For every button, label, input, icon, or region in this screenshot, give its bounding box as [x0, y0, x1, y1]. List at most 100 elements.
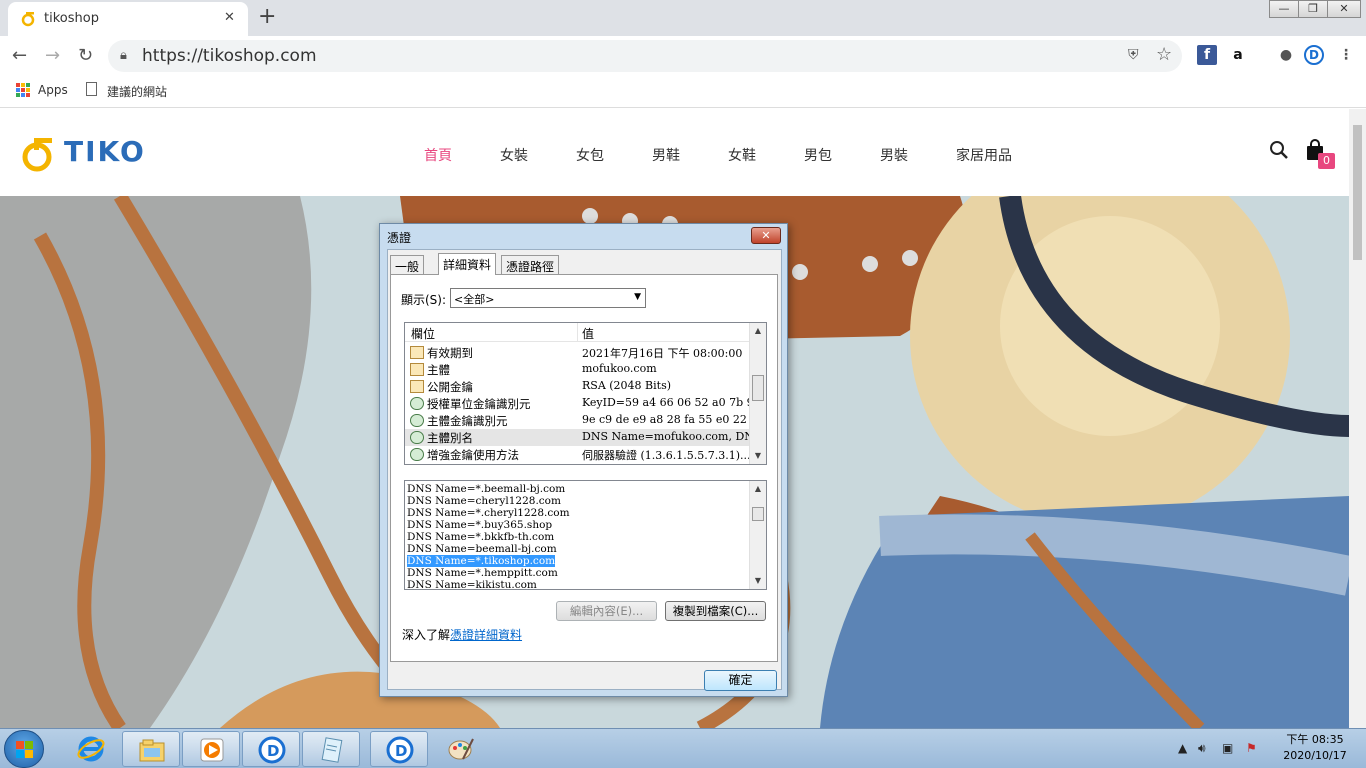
page-icon	[86, 82, 97, 96]
dns-entry: DNS Name=*.beemall-bj.com	[407, 483, 566, 495]
show-label: 顯示(S):	[401, 293, 447, 307]
logo-mark-icon	[22, 138, 52, 172]
logo-text: TIKO	[64, 135, 146, 168]
tiko-favicon-icon	[21, 12, 35, 27]
action-center-icon[interactable]: ⚑	[1246, 741, 1257, 755]
scroll-up-icon[interactable]: ▲	[750, 323, 766, 339]
page-scrollbar[interactable]	[1349, 109, 1366, 728]
value-box-scrollbar[interactable]: ▲ ▼	[749, 481, 766, 589]
apps-grid-icon[interactable]	[16, 83, 30, 97]
menu-item-home[interactable]: 首頁	[424, 145, 452, 165]
menu-item-mens-bags[interactable]: 男包	[804, 145, 832, 165]
scroll-thumb[interactable]	[752, 375, 764, 401]
back-icon[interactable]: ←	[12, 45, 27, 66]
dashlane-icon[interactable]: D	[1304, 45, 1324, 65]
menu-item-home-goods[interactable]: 家居用品	[956, 145, 1012, 165]
ok-button[interactable]: 確定	[704, 670, 777, 691]
scroll-down-icon[interactable]: ▼	[750, 448, 766, 464]
menu-item-womens-shoes[interactable]: 女鞋	[728, 145, 756, 165]
tab-general[interactable]: 一般	[390, 255, 425, 274]
taskbar-explorer[interactable]	[122, 731, 180, 767]
search-icon[interactable]	[1268, 139, 1290, 161]
dashlane-icon: D	[258, 736, 286, 764]
edit-properties-button[interactable]: 編輯內容(E)...	[556, 601, 657, 621]
menu-item-womens-clothing[interactable]: 女裝	[500, 145, 528, 165]
dns-entry-selected: DNS Name=*.tikoshop.com	[407, 555, 556, 567]
field-value: 9e c9 de e9 a8 28 fa 55 e0 22 e...	[582, 413, 767, 426]
certificate-details-link[interactable]: 憑證詳細資料	[450, 628, 522, 642]
tab-close-button[interactable]: ✕	[224, 10, 235, 25]
certificate-dialog: 憑證 ✕ 一般 詳細資料 憑證路徑 顯示(S): <全部> ▼ 欄位 值 有效期…	[379, 223, 788, 697]
field-row[interactable]: 有效期到 2021年7月16日 下午 08:00:00	[405, 344, 750, 361]
clock-date: 2020/10/17	[1283, 749, 1347, 762]
scroll-thumb[interactable]	[752, 507, 764, 521]
browser-toolbar: ← → ↻ 🔒︎ https://tikoshop.com ⛨ ☆ f a ● …	[0, 36, 1366, 76]
menu-item-womens-bags[interactable]: 女包	[576, 145, 604, 165]
column-field[interactable]: 欄位	[411, 325, 435, 342]
menu-item-mens-shoes[interactable]: 男鞋	[652, 145, 680, 165]
apps-bookmark[interactable]: Apps	[38, 83, 68, 97]
dialog-title: 憑證	[387, 231, 412, 245]
field-list[interactable]: 欄位 值 有效期到 2021年7月16日 下午 08:00:00 主體 mofuko…	[404, 322, 767, 465]
field-value: DNS Name=mofukoo.com, DN...	[582, 430, 764, 443]
field-name: 增強金鑰使用方法	[427, 448, 519, 462]
dialog-close-button[interactable]: ✕	[751, 227, 781, 244]
clock-time: 下午 08:35	[1286, 733, 1344, 746]
network-icon[interactable]: ▣	[1222, 741, 1233, 755]
reload-icon[interactable]: ↻	[78, 45, 93, 66]
scroll-down-icon[interactable]: ▼	[750, 573, 766, 589]
field-row[interactable]: 授權單位金鑰識別元 KeyID=59 a4 66 06 52 a0 7b 9...	[405, 395, 764, 412]
value-detail-box[interactable]: DNS Name=*.beemall-bj.com DNS Name=chery…	[404, 480, 767, 590]
field-row[interactable]: 公開金鑰 RSA (2048 Bits)	[405, 378, 750, 395]
field-name: 授權單位金鑰識別元	[427, 397, 531, 411]
browser-tab[interactable]: tikoshop ✕	[8, 2, 248, 36]
new-tab-button[interactable]: +	[258, 4, 276, 29]
details-panel: 顯示(S): <全部> ▼ 欄位 值 有效期到 2021年7月16日 下午 08:…	[390, 274, 778, 662]
clock[interactable]: 下午 08:35 2020/10/17	[1270, 732, 1360, 764]
lock-icon[interactable]: 🔒︎	[120, 48, 127, 63]
tab-details[interactable]: 詳細資料	[438, 253, 497, 275]
field-row[interactable]: 主體金鑰識別元 9e c9 de e9 a8 28 fa 55 e0 22 e..…	[405, 412, 766, 429]
close-window-button[interactable]: ✕	[1327, 0, 1361, 18]
svg-text:D: D	[267, 742, 279, 760]
bookmark-star-icon[interactable]: ☆	[1156, 44, 1172, 65]
tiko-logo[interactable]: TIKO	[20, 133, 160, 173]
minimize-button[interactable]: —	[1269, 0, 1299, 18]
taskbar-media-player[interactable]	[182, 731, 240, 767]
scroll-thumb[interactable]	[1353, 125, 1362, 260]
start-button[interactable]	[4, 730, 44, 768]
taskbar-dashlane[interactable]: D	[242, 731, 300, 767]
field-row[interactable]: 主體 mofukoo.com	[405, 361, 750, 378]
shield-icon[interactable]: ⛨	[1128, 47, 1139, 63]
address-bar[interactable]: 🔒︎ https://tikoshop.com ⛨ ☆	[108, 40, 1182, 72]
learn-more-prefix: 深入了解	[402, 628, 451, 642]
taskbar-dashlane-2[interactable]: D	[370, 731, 428, 767]
taskbar-paint[interactable]	[432, 731, 490, 767]
scroll-up-icon[interactable]: ▲	[750, 481, 766, 497]
field-name: 有效期到	[427, 346, 473, 360]
menu-icon[interactable]: ⋮	[1336, 45, 1356, 65]
taskbar-ie[interactable]	[62, 731, 120, 767]
volume-icon[interactable]: 🔊︎	[1198, 741, 1206, 756]
url-text[interactable]: https://tikoshop.com	[142, 46, 317, 66]
amazon-icon[interactable]: a	[1228, 45, 1248, 65]
account-icon[interactable]: ●	[1276, 45, 1296, 65]
column-divider[interactable]	[577, 323, 578, 342]
restore-button[interactable]: ❐	[1298, 0, 1328, 18]
show-dropdown[interactable]: <全部> ▼	[450, 288, 646, 308]
ie-icon	[77, 736, 105, 762]
field-list-scrollbar[interactable]: ▲ ▼	[749, 323, 766, 464]
menu-item-mens-clothing[interactable]: 男裝	[880, 145, 908, 165]
column-value[interactable]: 值	[582, 325, 594, 342]
forward-icon[interactable]: →	[45, 45, 60, 66]
tab-certification-path[interactable]: 憑證路徑	[501, 255, 560, 274]
facebook-icon[interactable]: f	[1197, 45, 1217, 65]
suggested-sites-bookmark[interactable]: 建議的網站	[107, 83, 167, 100]
certificate-extension-icon	[410, 414, 424, 427]
taskbar-notepad[interactable]	[302, 731, 360, 767]
show-dropdown-value: <全部>	[454, 293, 495, 306]
field-row[interactable]: 增強金鑰使用方法 伺服器驗證 (1.3.6.1.5.5.7.3.1)...	[405, 446, 751, 463]
tray-expand-icon[interactable]: ▲	[1178, 741, 1187, 755]
copy-to-file-button[interactable]: 複製到檔案(C)...	[665, 601, 766, 621]
field-row-selected[interactable]: 主體別名 DNS Name=mofukoo.com, DN...	[405, 429, 764, 446]
